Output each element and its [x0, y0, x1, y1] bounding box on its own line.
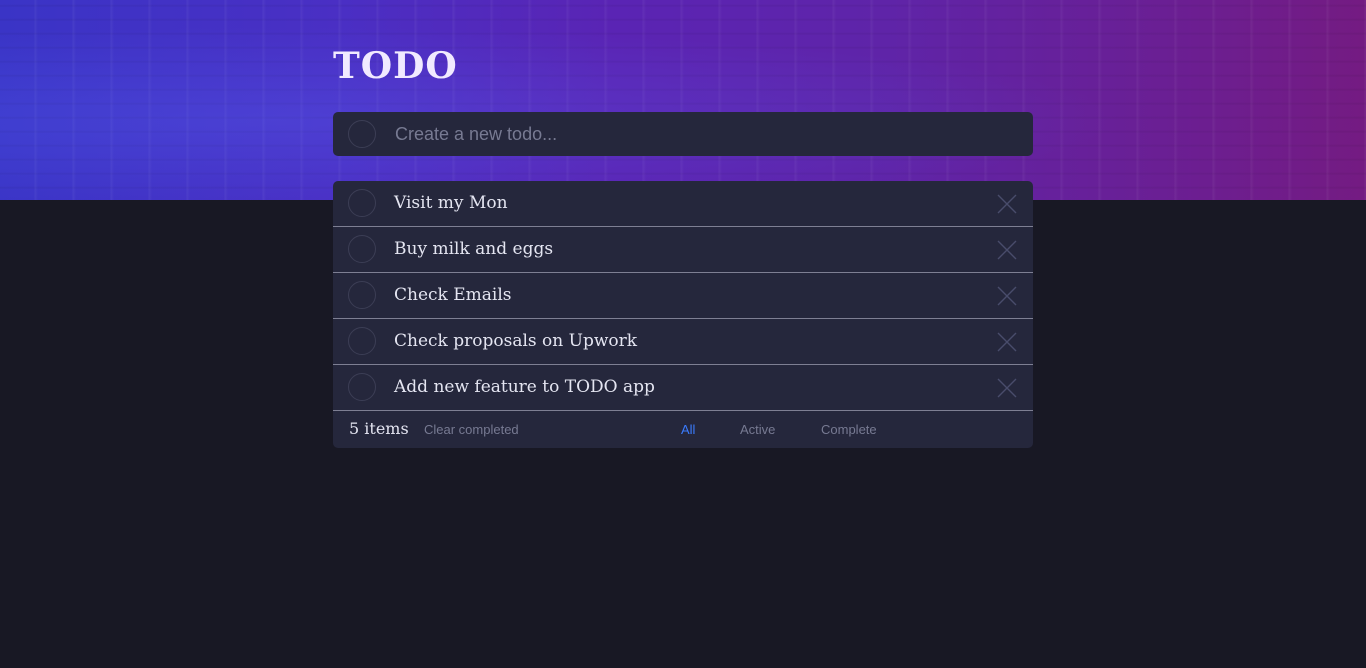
todo-item-label[interactable]: Visit my Mon: [394, 191, 508, 215]
page-title: TODO: [333, 45, 458, 87]
items-left-count: 5 items: [349, 419, 409, 438]
close-icon[interactable]: [997, 332, 1017, 352]
todo-check-circle-icon[interactable]: [348, 373, 376, 401]
todo-check-circle-icon[interactable]: [348, 327, 376, 355]
filter-all[interactable]: All: [681, 422, 695, 438]
todo-item: Add new feature to TODO app: [333, 365, 1033, 411]
new-todo-bar: [333, 112, 1033, 156]
todo-item-label[interactable]: Check Emails: [394, 283, 512, 307]
todo-item: Check proposals on Upwork: [333, 319, 1033, 365]
close-icon[interactable]: [997, 378, 1017, 398]
close-icon[interactable]: [997, 194, 1017, 214]
clear-completed-button[interactable]: Clear completed: [424, 422, 519, 438]
todo-item: Visit my Mon: [333, 181, 1033, 227]
todo-item-label[interactable]: Add new feature to TODO app: [394, 375, 655, 399]
todo-check-circle-icon[interactable]: [348, 281, 376, 309]
todo-item-label[interactable]: Buy milk and eggs: [394, 237, 553, 261]
todo-list: Visit my Mon Buy milk and eggs Check Ema…: [333, 181, 1033, 448]
todo-check-circle-icon[interactable]: [348, 235, 376, 263]
todo-item-label[interactable]: Check proposals on Upwork: [394, 329, 637, 353]
filter-complete[interactable]: Complete: [821, 422, 877, 438]
todo-item: Check Emails: [333, 273, 1033, 319]
todo-item: Buy milk and eggs: [333, 227, 1033, 273]
close-icon[interactable]: [997, 240, 1017, 260]
header-background-overlay: [0, 0, 1366, 200]
todo-check-circle-icon[interactable]: [348, 189, 376, 217]
new-todo-input[interactable]: [395, 120, 1015, 148]
close-icon[interactable]: [997, 286, 1017, 306]
filter-active[interactable]: Active: [740, 422, 775, 438]
todo-footer: 5 items Clear completed All Active Compl…: [333, 411, 1033, 448]
new-todo-circle-icon[interactable]: [348, 120, 376, 148]
